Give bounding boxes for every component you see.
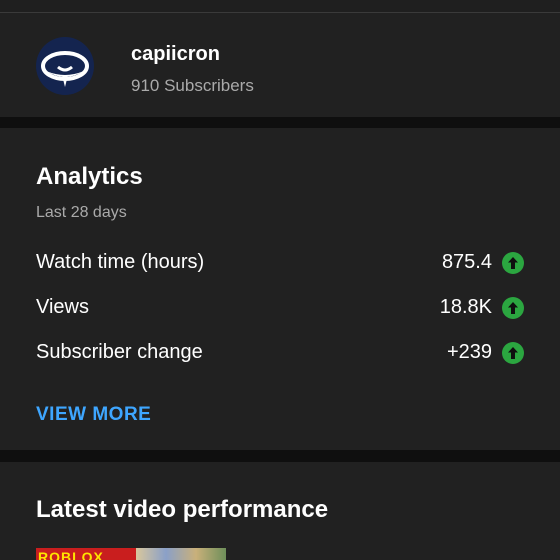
metric-row-watch-time: Watch time (hours) 875.4	[36, 248, 524, 278]
latest-video-title: Latest video performance	[36, 496, 329, 523]
metric-value: +239	[446, 341, 492, 363]
channel-card[interactable]: capiicron 910 Subscribers	[0, 13, 560, 117]
channel-logo-icon	[41, 51, 89, 87]
metric-row-views: Views 18.8K	[36, 293, 524, 323]
metric-label: Subscriber change	[36, 341, 203, 363]
metric-label: Watch time (hours)	[36, 251, 205, 273]
metric-value: 875.4	[441, 251, 492, 273]
arrow-up-circle-icon	[502, 342, 524, 364]
analytics-period: Last 28 days	[36, 204, 127, 221]
thumbnail-art	[136, 548, 226, 560]
subscriber-count: 910 Subscribers	[131, 76, 254, 95]
analytics-title: Analytics	[36, 163, 143, 190]
view-more-button[interactable]: VIEW MORE	[36, 404, 151, 426]
metric-label: Views	[36, 296, 89, 318]
metric-row-subscriber-change: Subscriber change +239	[36, 338, 524, 368]
thumbnail-text: ROBLOX	[36, 548, 138, 560]
arrow-up-circle-icon	[502, 252, 524, 274]
video-thumbnail[interactable]: ROBLOX	[36, 548, 226, 560]
latest-video-card: Latest video performance ROBLOX	[0, 462, 560, 560]
analytics-card: Analytics Last 28 days Watch time (hours…	[0, 128, 560, 450]
metric-value: 18.8K	[439, 296, 492, 318]
channel-name[interactable]: capiicron	[131, 43, 220, 66]
top-divider	[0, 0, 560, 13]
channel-avatar[interactable]	[36, 37, 94, 95]
arrow-up-circle-icon	[502, 297, 524, 319]
